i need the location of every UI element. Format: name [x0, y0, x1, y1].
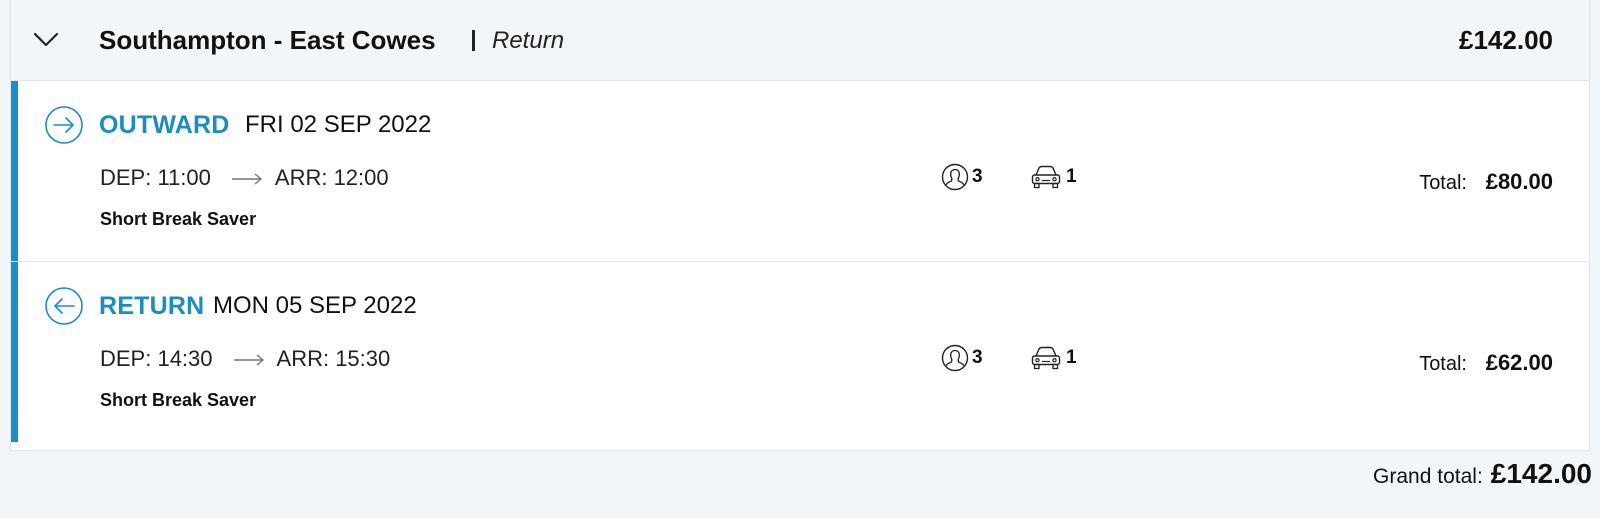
return-date: MON 05 SEP 2022 [213, 292, 417, 319]
car-icon [1031, 346, 1061, 370]
car-icon [1031, 165, 1061, 189]
booking-summary-header[interactable]: Southampton - East Cowes Return £142.00 [11, 0, 1589, 81]
return-label: RETURN [99, 292, 205, 320]
leg-total-label: Total: [1419, 172, 1467, 194]
outward-times: DEP: 11:00 ARR: 12:00 [100, 163, 389, 193]
return-total-price: £62.00 [1485, 350, 1553, 375]
passenger-count: 3 [941, 162, 983, 192]
passenger-count-value: 3 [972, 166, 983, 187]
leg-accent-bar [11, 81, 18, 261]
vehicle-count: 1 [1029, 343, 1077, 373]
outward-leg: OUTWARD FRI 02 SEP 2022 DEP: 11:00 ARR: … [11, 81, 1589, 262]
outward-total-price: £80.00 [1485, 169, 1553, 194]
arrival-time: ARR: 15:30 [276, 346, 391, 371]
arrival-time: ARR: 12:00 [274, 165, 389, 190]
arrow-left-circle-icon [45, 287, 83, 325]
fare-name: Short Break Saver [100, 390, 257, 410]
arrow-right-icon [233, 354, 264, 366]
title-divider [472, 30, 475, 51]
arrow-right-icon [231, 173, 262, 185]
outward-label: OUTWARD [99, 111, 230, 139]
departure-time: DEP: 11:00 [100, 165, 211, 190]
vehicle-count-value: 1 [1066, 347, 1077, 368]
leg-accent-bar [11, 262, 18, 442]
route-title: Southampton - East Cowes [99, 25, 436, 55]
passenger-count-value: 3 [972, 347, 983, 368]
fare-name: Short Break Saver [100, 209, 257, 229]
arrow-right-circle-icon [45, 106, 83, 144]
grand-total: Grand total: £142.00 [1373, 458, 1592, 490]
trip-type: Return [492, 27, 565, 54]
passenger-count: 3 [941, 343, 983, 373]
booking-summary-card: Southampton - East Cowes Return £142.00 … [10, 0, 1590, 451]
return-leg: RETURN MON 05 SEP 2022 DEP: 14:30 ARR: 1… [11, 262, 1589, 442]
leg-total-label: Total: [1419, 353, 1467, 375]
person-icon [941, 344, 969, 372]
outward-date: FRI 02 SEP 2022 [245, 111, 432, 138]
vehicle-count-value: 1 [1066, 166, 1077, 187]
person-icon [941, 163, 969, 191]
return-times: DEP: 14:30 ARR: 15:30 [100, 344, 390, 374]
vehicle-count: 1 [1029, 162, 1077, 192]
grand-total-label: Grand total: [1373, 465, 1483, 488]
header-total-price: £142.00 [1459, 25, 1553, 55]
grand-total-value: £142.00 [1490, 458, 1592, 489]
chevron-down-icon[interactable] [31, 24, 61, 54]
departure-time: DEP: 14:30 [100, 346, 213, 371]
